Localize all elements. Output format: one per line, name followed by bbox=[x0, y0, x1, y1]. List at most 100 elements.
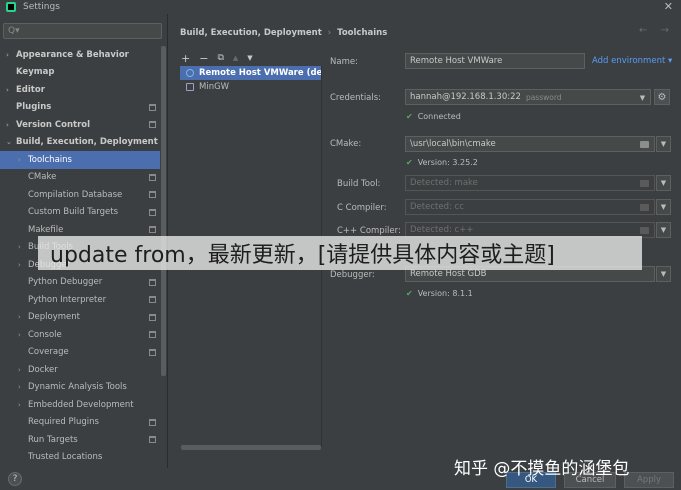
build-tool-value: Detected: make bbox=[410, 178, 478, 188]
name-label: Name: bbox=[330, 57, 358, 67]
sidebar-item[interactable]: Coverage bbox=[0, 344, 160, 362]
project-scope-icon bbox=[149, 278, 156, 286]
sidebar-item[interactable]: Required Plugins bbox=[0, 414, 160, 432]
gear-icon[interactable]: ⚙ bbox=[654, 89, 670, 105]
chevron-right-icon[interactable]: › bbox=[18, 313, 21, 321]
toolchain-item-remote-host[interactable]: Remote Host VMWare (default) bbox=[180, 66, 321, 80]
chevron-down-icon[interactable]: ▼ bbox=[656, 136, 671, 152]
credentials-auth: password bbox=[525, 92, 562, 102]
move-down-icon[interactable]: ▼ bbox=[247, 54, 252, 62]
sidebar-item[interactable]: ⌄ Build, Execution, Deployment bbox=[0, 134, 160, 152]
sidebar-item[interactable]: Python Debugger bbox=[0, 274, 160, 292]
chevron-down-icon[interactable]: ▼ bbox=[656, 222, 671, 238]
apply-button[interactable]: Apply bbox=[624, 472, 674, 488]
chevron-right-icon[interactable]: › bbox=[18, 261, 21, 269]
chevron-right-icon[interactable]: › bbox=[18, 156, 21, 164]
credentials-value: hannah@192.168.1.30:22 bbox=[410, 92, 521, 102]
remote-host-icon bbox=[186, 69, 194, 77]
chevron-down-icon[interactable]: ▼ bbox=[635, 90, 650, 106]
toolchain-list-scrollbar[interactable] bbox=[181, 445, 321, 450]
project-scope-icon bbox=[149, 208, 156, 216]
toolchain-label: Remote Host VMWare (default) bbox=[199, 68, 321, 78]
chevron-right-icon[interactable]: › bbox=[6, 86, 9, 94]
chevron-right-icon[interactable]: › bbox=[18, 383, 21, 391]
sidebar-item-label: Console bbox=[28, 329, 62, 340]
cmake-version: Version: 3.25.2 bbox=[417, 158, 478, 167]
project-scope-icon bbox=[149, 436, 156, 444]
back-arrow-icon[interactable]: ← bbox=[639, 25, 647, 36]
sidebar-item[interactable]: Keymap bbox=[0, 64, 160, 82]
move-up-icon[interactable]: ▲ bbox=[233, 54, 238, 62]
project-scope-icon bbox=[149, 313, 156, 321]
chevron-down-icon[interactable]: ▼ bbox=[656, 175, 671, 191]
remove-icon[interactable]: − bbox=[199, 52, 208, 65]
sidebar-item[interactable]: Compilation Database bbox=[0, 186, 160, 204]
chevron-right-icon[interactable]: › bbox=[6, 51, 9, 59]
credentials-select[interactable]: hannah@192.168.1.30:22 password ▼ bbox=[405, 89, 651, 105]
chevron-right-icon[interactable]: › bbox=[18, 401, 21, 409]
chevron-right-icon[interactable]: › bbox=[18, 366, 21, 374]
help-icon[interactable]: ? bbox=[8, 472, 22, 486]
add-environment-link[interactable]: Add environment ▾ bbox=[592, 56, 672, 66]
project-scope-icon bbox=[149, 331, 156, 339]
forward-arrow-icon[interactable]: → bbox=[661, 25, 669, 36]
overlay-banner-text: update from，最新更新，[请提供具体内容或主题] bbox=[50, 243, 555, 268]
sidebar-item[interactable]: Python Interpreter bbox=[0, 291, 160, 309]
chevron-down-icon[interactable]: ⌄ bbox=[6, 138, 12, 146]
sidebar-item-label: Plugins bbox=[16, 102, 52, 113]
toolchain-item-mingw[interactable]: MinGW bbox=[180, 80, 321, 94]
sidebar-item[interactable]: › Appearance & Behavior bbox=[0, 46, 160, 64]
folder-icon[interactable] bbox=[640, 204, 649, 211]
sidebar-item[interactable]: › Docker bbox=[0, 361, 160, 379]
folder-icon[interactable] bbox=[640, 227, 649, 234]
search-input[interactable]: Q▾ bbox=[3, 23, 162, 39]
sidebar-item[interactable]: CMake bbox=[0, 169, 160, 187]
breadcrumb-current: Toolchains bbox=[337, 28, 388, 38]
breadcrumb-parent[interactable]: Build, Execution, Deployment bbox=[180, 28, 322, 38]
chevron-down-icon[interactable]: ▼ bbox=[656, 199, 671, 215]
sidebar-item-label: Version Control bbox=[16, 119, 91, 130]
sidebar-item[interactable]: › Embedded Development bbox=[0, 396, 160, 414]
cpp-compiler-label: C++ Compiler: bbox=[337, 226, 401, 236]
c-compiler-field[interactable]: Detected: cc bbox=[405, 199, 655, 215]
sidebar-item-label: Trusted Locations bbox=[28, 452, 103, 463]
project-scope-icon bbox=[149, 173, 156, 181]
sidebar-item[interactable]: › Toolchains bbox=[0, 151, 160, 169]
sidebar-item[interactable]: Custom Build Targets bbox=[0, 204, 160, 222]
close-icon[interactable]: ✕ bbox=[664, 0, 673, 13]
copy-icon[interactable]: ⧉ bbox=[217, 53, 223, 63]
cmake-field[interactable]: \usr\local\bin\cmake bbox=[405, 136, 655, 152]
build-tool-field[interactable]: Detected: make bbox=[405, 175, 655, 191]
chevron-right-icon[interactable]: › bbox=[6, 121, 9, 129]
debugger-value: Remote Host GDB bbox=[410, 269, 487, 279]
build-tool-label: Build Tool: bbox=[337, 179, 381, 189]
folder-icon[interactable] bbox=[640, 141, 649, 148]
sidebar-item[interactable]: › Dynamic Analysis Tools bbox=[0, 379, 160, 397]
c-compiler-label: C Compiler: bbox=[337, 203, 387, 213]
sidebar-item-label: CMake bbox=[28, 172, 57, 183]
chevron-right-icon[interactable]: › bbox=[18, 331, 21, 339]
scrollbar-thumb[interactable] bbox=[161, 46, 166, 376]
sidebar-item-label: Custom Build Targets bbox=[28, 207, 119, 218]
mingw-icon bbox=[186, 83, 194, 91]
sidebar-item[interactable]: › Deployment bbox=[0, 309, 160, 327]
check-icon: ✔ bbox=[406, 112, 413, 121]
sidebar-item[interactable]: › Console bbox=[0, 326, 160, 344]
chevron-down-icon[interactable]: ▼ bbox=[656, 266, 671, 282]
sidebar-item[interactable]: Plugins bbox=[0, 99, 160, 117]
sidebar-item[interactable]: › Editor bbox=[0, 81, 160, 99]
check-icon: ✔ bbox=[406, 158, 413, 167]
search-icon: Q▾ bbox=[8, 26, 20, 36]
chevron-right-icon[interactable]: › bbox=[18, 243, 21, 251]
sidebar-item-label: Toolchains bbox=[28, 154, 72, 165]
debugger-status: ✔ Version: 8.1.1 bbox=[406, 289, 473, 298]
sidebar-item-label: Coverage bbox=[28, 347, 69, 358]
sidebar-item[interactable]: Run Targets bbox=[0, 431, 160, 449]
name-field[interactable]: Remote Host VMWare bbox=[405, 53, 585, 69]
add-icon[interactable]: + bbox=[181, 52, 190, 65]
sidebar-item-label: Docker bbox=[28, 364, 58, 375]
folder-icon[interactable] bbox=[640, 180, 649, 187]
breadcrumb: Build, Execution, Deployment › Toolchain… bbox=[180, 26, 387, 40]
sidebar-item[interactable]: Trusted Locations bbox=[0, 449, 160, 467]
sidebar-item[interactable]: › Version Control bbox=[0, 116, 160, 134]
